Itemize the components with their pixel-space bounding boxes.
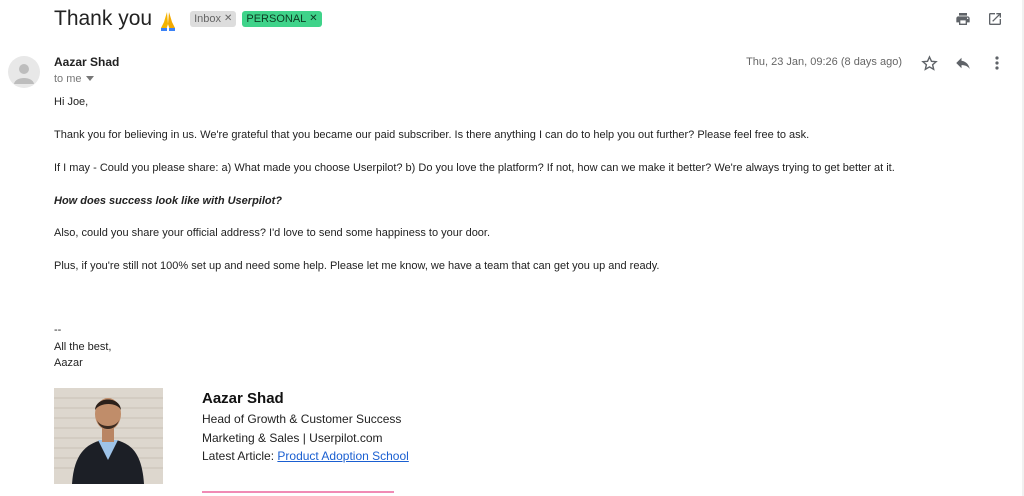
remove-label-icon[interactable]: ✕ <box>309 13 317 25</box>
sender-name[interactable]: Aazar Shad <box>54 55 119 69</box>
signoff-closing: All the best, <box>54 341 112 353</box>
signoff-separator: -- <box>54 324 62 336</box>
email-subject: Thank you <box>54 7 153 30</box>
article-link[interactable]: Product Adoption School <box>277 449 408 463</box>
remove-label-icon[interactable]: ✕ <box>224 13 232 25</box>
body-paragraph: Thank you for believing in us. We're gra… <box>54 129 810 141</box>
signoff-name: Aazar <box>54 357 83 369</box>
signature-name: Aazar Shad <box>202 390 284 407</box>
open-in-new-window-icon[interactable] <box>986 10 1004 28</box>
folded-hands-emoji-icon <box>158 10 178 32</box>
thread-actions <box>954 10 1004 28</box>
caret-down-icon[interactable] <box>85 76 94 82</box>
recipient-details[interactable]: to me <box>54 73 94 85</box>
label-inbox-text: Inbox <box>194 13 221 25</box>
signature-title: Head of Growth & Customer Success <box>202 412 402 426</box>
message-actions <box>920 54 1006 72</box>
signature-article: Latest Article: Product Adoption School <box>202 449 409 463</box>
label-inbox[interactable]: Inbox ✕ <box>190 11 237 27</box>
greeting: Hi Joe, <box>54 96 89 108</box>
signature-department: Marketing & Sales | Userpilot.com <box>202 431 383 445</box>
signature-divider <box>202 491 394 493</box>
label-personal-text: PERSONAL <box>246 13 307 25</box>
signature-article-prefix: Latest Article: <box>202 449 275 463</box>
body-question: How does success look like with Userpilo… <box>54 195 283 207</box>
star-icon[interactable] <box>920 54 938 72</box>
print-icon[interactable] <box>954 10 972 28</box>
more-options-icon[interactable] <box>988 54 1006 72</box>
avatar[interactable] <box>8 56 40 88</box>
email-date: Thu, 23 Jan, 09:26 (8 days ago) <box>746 56 902 68</box>
signature-photo <box>54 388 163 484</box>
body-paragraph: If I may - Could you please share: a) Wh… <box>54 162 895 174</box>
reply-icon[interactable] <box>954 54 972 72</box>
subject-row: Thank you Inbox ✕ PERSONAL ✕ <box>54 4 322 34</box>
label-personal[interactable]: PERSONAL ✕ <box>242 11 322 27</box>
body-paragraph: Plus, if you're still not 100% set up an… <box>54 260 660 272</box>
recipient-label: to me <box>54 73 82 85</box>
body-paragraph: Also, could you share your official addr… <box>54 227 491 239</box>
